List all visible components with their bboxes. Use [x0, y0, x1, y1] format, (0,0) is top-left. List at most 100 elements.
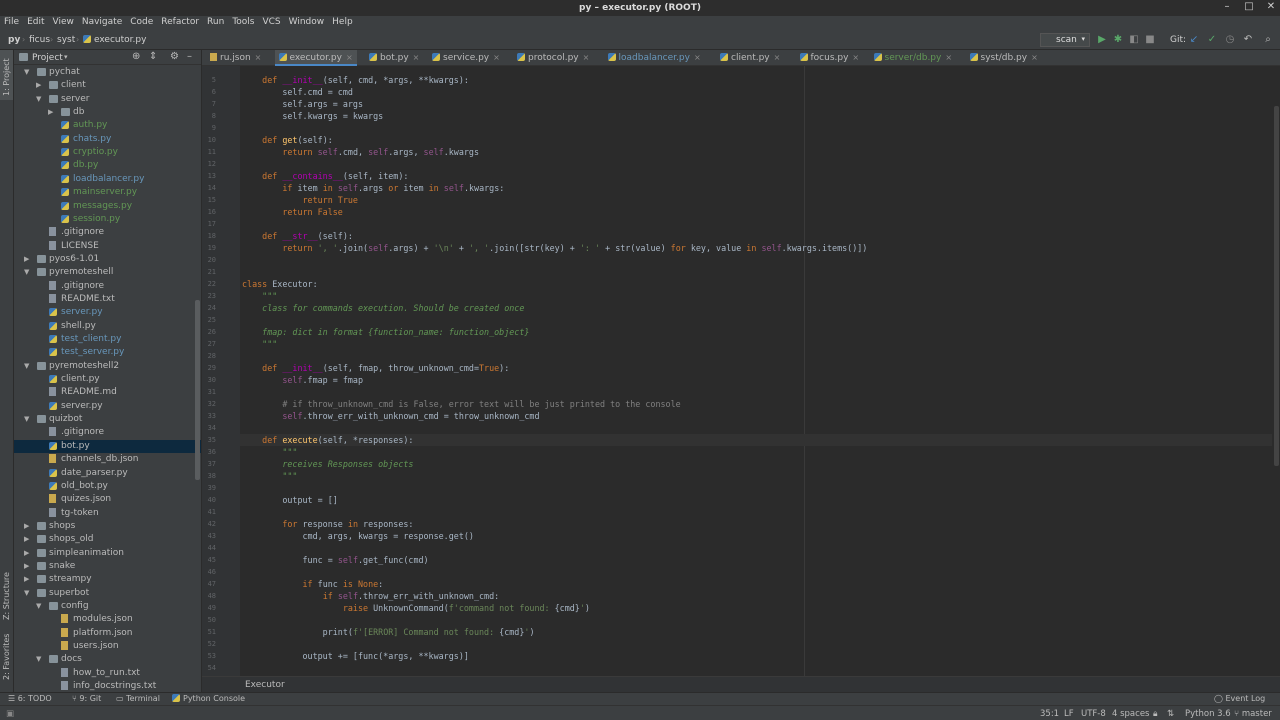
code-line[interactable]: for response in responses: [242, 519, 413, 529]
tab-favorites[interactable]: 2: Favorites [2, 634, 11, 680]
line-number[interactable]: 47 [202, 580, 216, 588]
close-tab-icon[interactable]: × [493, 53, 500, 62]
code-line[interactable]: return False [242, 207, 343, 217]
toggle-tool-windows-icon[interactable]: ▣ [6, 709, 14, 719]
git-commit-icon[interactable]: ✓ [1206, 34, 1218, 45]
menu-edit[interactable]: Edit [27, 16, 48, 30]
code-line[interactable]: self.cmd = cmd [242, 87, 353, 97]
chevron-right-icon[interactable]: ▶ [48, 108, 53, 116]
editor-tab[interactable]: syst/db.py × [966, 50, 1042, 66]
breadcrumb-class[interactable]: Executor [245, 680, 285, 690]
tree-file[interactable]: messages.py [14, 200, 201, 213]
code-line[interactable]: self.fmap = fmap [242, 375, 363, 385]
close-tab-icon[interactable]: × [583, 53, 590, 62]
tree-file[interactable]: how_to_run.txt [14, 667, 201, 680]
project-panel-title[interactable]: Project [32, 53, 63, 63]
breadcrumb-ficus[interactable]: ficus [29, 35, 50, 45]
chevron-right-icon[interactable]: ▶ [36, 81, 41, 89]
tree-file[interactable]: LICENSE [14, 240, 201, 253]
line-number[interactable]: 16 [202, 208, 216, 216]
tree-file[interactable]: README.txt [14, 293, 201, 306]
code-line[interactable]: class for commands execution. Should be … [242, 303, 524, 313]
breadcrumb-syst[interactable]: syst [57, 35, 75, 45]
line-number[interactable]: 21 [202, 268, 216, 276]
tree-file[interactable]: loadbalancer.py [14, 173, 201, 186]
tree-folder[interactable]: ▼ pyremoteshell2 [14, 360, 201, 373]
line-number[interactable]: 15 [202, 196, 216, 204]
chevron-down-icon[interactable]: ▼ [36, 95, 41, 103]
event-log-button[interactable]: ◯ Event Log [1214, 694, 1265, 703]
line-number[interactable]: 52 [202, 640, 216, 648]
line-number[interactable]: 8 [202, 112, 216, 120]
line-number[interactable]: 42 [202, 520, 216, 528]
line-number[interactable]: 45 [202, 556, 216, 564]
git-button[interactable]: ⑂ 9: Git [72, 694, 101, 703]
code-editor[interactable]: 5 6 7 8 9 10 11 12 13 14 15 16 17 18 19 20 21 22 23 24 25 26 2… [202, 66, 1280, 676]
chevron-down-icon[interactable]: ▼ [24, 589, 29, 597]
code-line[interactable]: if func is None: [242, 579, 384, 589]
breadcrumb-root[interactable]: py [8, 35, 20, 45]
tree-folder[interactable]: ▼ config [14, 600, 201, 613]
menu-code[interactable]: Code [130, 16, 157, 30]
tree-file[interactable]: .gitignore [14, 426, 201, 439]
line-number[interactable]: 22 [202, 280, 216, 288]
chevron-right-icon[interactable]: ▶ [24, 562, 29, 570]
line-number[interactable]: 24 [202, 304, 216, 312]
menu-window[interactable]: Window [289, 16, 329, 30]
code-line[interactable]: """ [242, 471, 297, 481]
line-number[interactable]: 34 [202, 424, 216, 432]
code-line[interactable]: self.throw_err_with_unknown_cmd = throw_… [242, 411, 539, 421]
line-number[interactable]: 32 [202, 400, 216, 408]
editor-tab[interactable]: executor.py × [274, 50, 357, 66]
chevron-right-icon[interactable]: ▶ [24, 522, 29, 530]
chevron-right-icon[interactable]: ▶ [24, 255, 29, 263]
python-interpreter[interactable]: Python 3.6 [1185, 709, 1231, 719]
editor-tab[interactable]: loadbalancer.py × [604, 50, 705, 66]
code-line[interactable]: output = [] [242, 495, 337, 505]
chevron-down-icon[interactable]: ▼ [36, 602, 41, 610]
tab-project[interactable]: 1: Project [2, 58, 11, 96]
rollback-icon[interactable]: ↶ [1242, 34, 1254, 45]
run-config-select[interactable]: scan ▾ [1040, 33, 1090, 47]
line-number[interactable]: 30 [202, 376, 216, 384]
tree-folder[interactable]: ▶ db [14, 106, 201, 119]
tree-file[interactable]: .gitignore [14, 280, 201, 293]
tree-file[interactable]: tg-token [14, 507, 201, 520]
tree-file[interactable]: old_bot.py [14, 480, 201, 493]
line-number[interactable]: 49 [202, 604, 216, 612]
line-number[interactable]: 33 [202, 412, 216, 420]
editor-tab[interactable]: server/db.py × [870, 50, 957, 66]
collapse-all-icon[interactable]: ⇕ [149, 51, 157, 62]
tree-file[interactable]: .gitignore [14, 226, 201, 239]
chevron-down-icon[interactable]: ▾ [64, 53, 68, 61]
project-scrollbar[interactable] [195, 300, 200, 480]
code-line[interactable]: return ', '.join(self.args) + '\n' + ', … [242, 243, 867, 253]
code-line[interactable]: fmap: dict in format {function_name: fun… [242, 327, 529, 337]
debug-icon[interactable]: ✱ [1112, 34, 1124, 45]
tree-file[interactable]: server.py [14, 400, 201, 413]
close-tab-icon[interactable]: × [774, 53, 781, 62]
close-tab-icon[interactable]: × [346, 53, 353, 62]
code-line[interactable]: def execute(self, *responses): [242, 435, 413, 445]
editor-scroll-thumb[interactable] [1274, 106, 1279, 466]
maximize-icon[interactable]: □ [1240, 1, 1258, 12]
tree-file[interactable]: date_parser.py [14, 467, 201, 480]
editor-tab[interactable]: ru.json × [206, 50, 265, 66]
line-number[interactable]: 39 [202, 484, 216, 492]
line-number[interactable]: 54 [202, 664, 216, 672]
tree-file[interactable]: channels_db.json [14, 453, 201, 466]
lock-icon[interactable]: 🔒︎ [1153, 709, 1158, 719]
line-number[interactable]: 29 [202, 364, 216, 372]
close-tab-icon[interactable]: × [413, 53, 420, 62]
tree-file[interactable]: README.md [14, 386, 201, 399]
tree-folder[interactable]: ▼ superbot [14, 587, 201, 600]
line-number[interactable]: 12 [202, 160, 216, 168]
tree-file[interactable]: cryptio.py [14, 146, 201, 159]
editor-tab[interactable]: protocol.py × [513, 50, 593, 66]
close-tab-icon[interactable]: × [852, 53, 859, 62]
line-number[interactable]: 17 [202, 220, 216, 228]
code-line[interactable]: return True [242, 195, 358, 205]
line-number[interactable]: 10 [202, 136, 216, 144]
run-icon[interactable]: ▶ [1096, 34, 1108, 45]
code-line[interactable]: def __str__(self): [242, 231, 353, 241]
